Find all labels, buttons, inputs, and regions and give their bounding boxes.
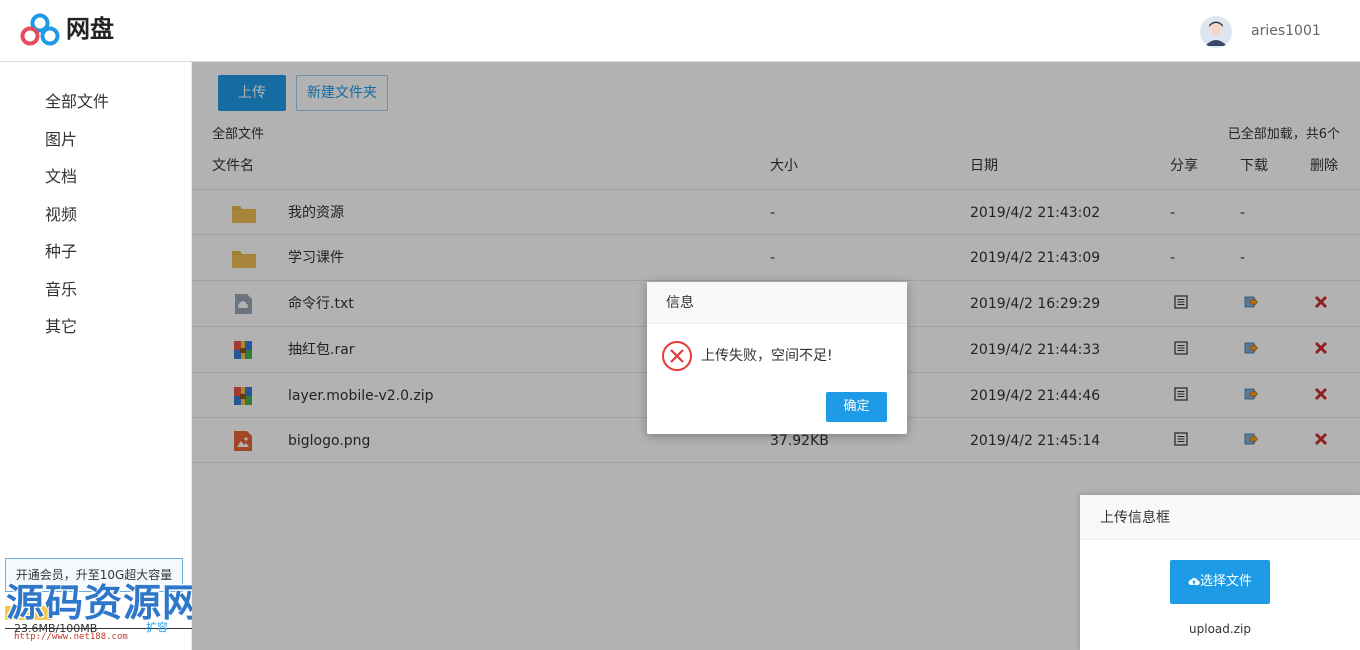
cloud-upload-icon — [1188, 578, 1200, 585]
sidebar-item-other[interactable]: 其它 — [45, 317, 77, 337]
error-dialog: 信息 上传失败，空间不足! 确定 — [647, 282, 907, 434]
dialog-header: 信息 — [647, 282, 907, 324]
sidebar-item-images[interactable]: 图片 — [45, 130, 77, 150]
select-file-label: 选择文件 — [1199, 574, 1252, 589]
expand-storage-link[interactable]: 扩容 — [146, 621, 168, 635]
user-avatar-icon — [1200, 16, 1232, 48]
app-title: 网盘 — [66, 15, 114, 43]
select-file-button[interactable]: 选择文件 — [1170, 560, 1270, 604]
error-icon — [662, 341, 692, 371]
dialog-title: 信息 — [666, 295, 694, 311]
confirm-button[interactable]: 确定 — [826, 392, 887, 422]
username[interactable]: aries1001 — [1251, 22, 1321, 40]
user-avatar[interactable] — [1200, 16, 1232, 48]
sidebar-item-torrents[interactable]: 种子 — [45, 242, 77, 262]
cloud-logo-icon — [20, 13, 60, 46]
dialog-message: 上传失败，空间不足! — [701, 348, 833, 364]
app-header: 网盘 aries1001 — [0, 0, 1360, 62]
sidebar-item-videos[interactable]: 视频 — [45, 205, 77, 225]
upload-info-panel: 上传信息框 选择文件 upload.zip — [1080, 495, 1360, 650]
sidebar-item-all-files[interactable]: 全部文件 — [45, 92, 109, 112]
upload-panel-title: 上传信息框 — [1100, 510, 1170, 526]
watermark-url: http://www.net188.com — [14, 632, 128, 642]
upload-panel-header: 上传信息框 — [1080, 495, 1360, 540]
sidebar-item-documents[interactable]: 文档 — [45, 167, 77, 187]
sidebar-item-music[interactable]: 音乐 — [45, 280, 77, 300]
watermark-text: 源码资源网 — [6, 581, 202, 625]
upload-file-name: upload.zip — [1189, 622, 1251, 636]
